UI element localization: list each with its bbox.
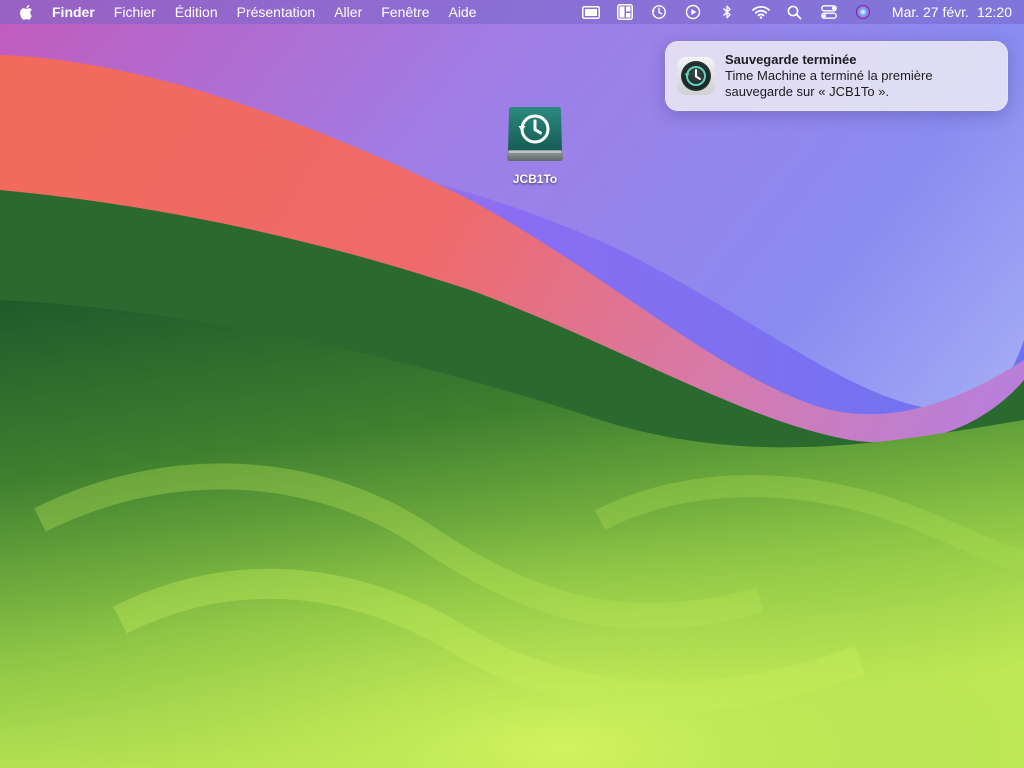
notification-body-line1: Time Machine a terminé la première	[725, 68, 933, 83]
menu-bar: Finder Fichier Édition Présentation Alle…	[0, 0, 1024, 24]
display-icon[interactable]	[581, 0, 601, 24]
window-layout-icon[interactable]	[615, 0, 635, 24]
drive-label: JCB1To	[512, 172, 558, 186]
time-machine-icon	[676, 56, 716, 96]
clock-time: 12:20	[976, 4, 1012, 20]
desktop-drive-jcb1to[interactable]: JCB1To	[496, 100, 574, 192]
desktop[interactable]: Finder Fichier Édition Présentation Alle…	[0, 0, 1024, 768]
control-center-icon[interactable]	[819, 0, 839, 24]
siri-icon[interactable]	[853, 0, 873, 24]
clock-date: Mar. 27 févr.	[891, 4, 969, 20]
menu-app-finder[interactable]: Finder	[52, 0, 104, 24]
play-icon[interactable]	[683, 0, 703, 24]
menu-aide[interactable]: Aide	[439, 0, 486, 24]
time-machine-drive-icon[interactable]	[505, 105, 565, 165]
menu-aller[interactable]: Aller	[325, 0, 372, 24]
bluetooth-icon[interactable]	[717, 0, 737, 24]
search-icon[interactable]	[785, 0, 805, 24]
notification-body-line2: sauvegarde sur « JCB1To ».	[725, 84, 890, 99]
menu-fichier[interactable]: Fichier	[104, 0, 165, 24]
time-machine-icon[interactable]	[649, 0, 669, 24]
menu-edition[interactable]: Édition	[165, 0, 227, 24]
notification-title: Sauvegarde terminée	[725, 52, 857, 67]
menu-presentation[interactable]: Présentation	[227, 0, 325, 24]
menu-fenetre[interactable]: Fenêtre	[372, 0, 439, 24]
notification-banner[interactable]: Sauvegarde terminée Time Machine a termi…	[665, 41, 1008, 111]
notification-content: Sauvegarde terminée Time Machine a termi…	[725, 52, 998, 100]
apple-menu-icon[interactable]	[14, 0, 38, 24]
menu-bar-clock[interactable]: Mar. 27 févr. 12:20	[892, 0, 1012, 24]
wifi-icon[interactable]	[751, 0, 771, 24]
